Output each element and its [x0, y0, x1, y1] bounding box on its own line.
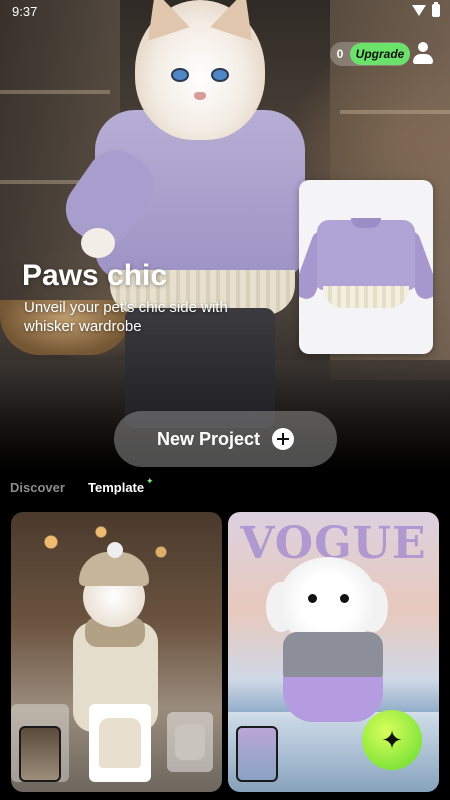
coat-image: [175, 724, 205, 760]
tulle-hem: [323, 286, 409, 308]
dog-eye: [340, 594, 349, 603]
shelf: [340, 110, 450, 114]
cat-eye: [171, 68, 189, 82]
cat-ear: [134, 0, 190, 41]
template-card-dog[interactable]: VOGUE ✦: [228, 512, 439, 792]
cat-eye: [211, 68, 229, 82]
outfit-thumbnail-faded[interactable]: [167, 712, 213, 772]
cat-paw: [81, 228, 115, 258]
status-icons: [412, 2, 440, 17]
cat-nose: [194, 92, 206, 100]
sweater-image: [317, 220, 415, 290]
battery-icon: [432, 2, 440, 17]
product-card-sweater[interactable]: [299, 180, 433, 354]
new-project-button[interactable]: New Project: [114, 411, 337, 467]
outfit-thumbnail[interactable]: [89, 704, 151, 782]
hero-title: Paws chic: [22, 259, 168, 292]
dog-eye: [308, 594, 317, 603]
profile-icon[interactable]: [412, 42, 434, 66]
new-project-label: New Project: [156, 428, 261, 449]
status-time: 9:37: [12, 4, 38, 19]
credits-count: 0: [336, 47, 344, 61]
coat-image: [99, 718, 141, 768]
wifi-icon: [412, 5, 426, 16]
sparkle-icon: ✦: [146, 476, 154, 486]
upgrade-pill[interactable]: 0 Upgrade: [330, 42, 410, 66]
dog-dress: [283, 677, 383, 722]
model-thumbnail[interactable]: [236, 726, 278, 782]
hat-pom: [107, 542, 123, 558]
plus-icon: [272, 428, 295, 450]
profile-head: [418, 42, 428, 52]
magic-generate-button[interactable]: ✦: [362, 710, 422, 770]
model-thumbnail[interactable]: [19, 726, 61, 782]
cat-model-image: [54, 0, 335, 430]
upgrade-button[interactable]: Upgrade: [350, 43, 410, 65]
template-card-cat[interactable]: [11, 512, 222, 792]
hero-banner[interactable]: Paws chic Unveil your pet's chic side wi…: [0, 0, 450, 470]
cat-ear: [210, 0, 266, 41]
tab-discover[interactable]: Discover: [10, 480, 65, 495]
magic-sparkle-icon: ✦: [381, 724, 403, 755]
tab-bar: Discover Template ✦: [0, 472, 450, 504]
profile-body: [413, 54, 433, 64]
hero-subtitle: Unveil your pet's chic side with whisker…: [24, 299, 228, 335]
tab-template[interactable]: Template: [88, 480, 144, 495]
cat-head: [134, 0, 266, 140]
